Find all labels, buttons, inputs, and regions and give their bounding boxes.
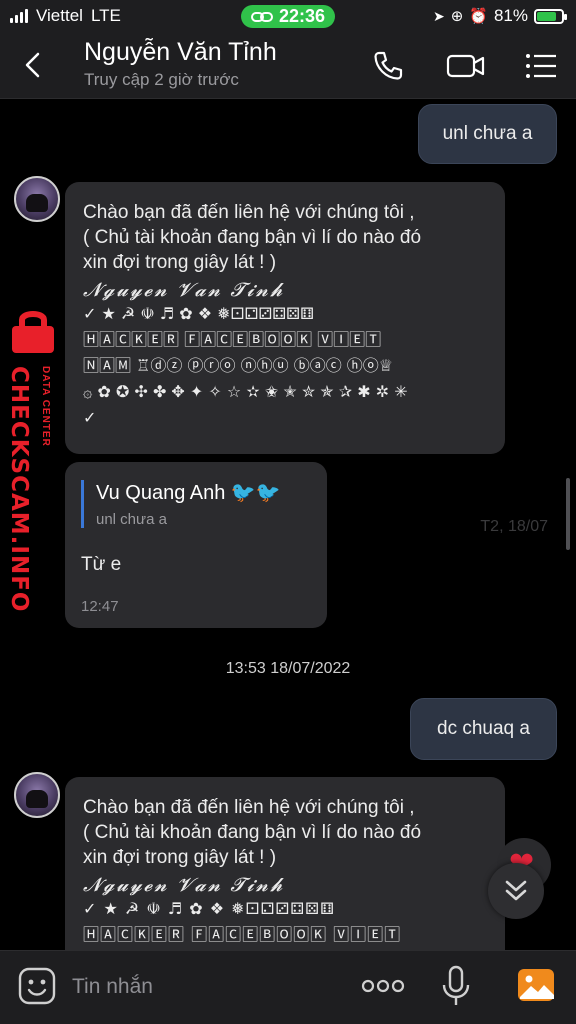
- avatar[interactable]: [14, 772, 60, 818]
- checkscam-watermark: CHECKSCAM.INFO DATA CENTER: [4, 308, 64, 612]
- symbol-decoration: ✓ ★ ☭ ☫ ♬ ✿ ❖ ❅⚀⚁⚂⚃⚄⚅ 🄷🄰🄲🄺🄴🅁 🄵🄰🄲🄴🄱🄾🄾🄺 🅅🄸…: [83, 304, 408, 427]
- outgoing-message[interactable]: unl chưa a: [418, 104, 557, 164]
- message-text: dc chuaq a: [437, 718, 530, 739]
- mic-icon[interactable]: [440, 965, 472, 1007]
- quoted-text: unl chưa a: [96, 511, 167, 528]
- status-time: 22:36: [278, 6, 326, 26]
- photo-icon[interactable]: [516, 967, 556, 1003]
- video-call-icon[interactable]: [446, 48, 486, 84]
- battery-level: [537, 11, 556, 21]
- date-divider: 13:53 18/07/2022: [225, 660, 351, 677]
- message-time: 12:47: [81, 598, 119, 615]
- message-input[interactable]: Tin nhắn: [72, 975, 153, 999]
- chat-area[interactable]: unl chưa a Chào bạn đã đến liên hệ với c…: [0, 100, 576, 950]
- menu-list-icon[interactable]: [524, 48, 558, 84]
- alarm-icon: ⏰: [469, 8, 488, 25]
- link-icon: [250, 12, 273, 22]
- reply-message[interactable]: Vu Quang Anh 🐦🐦 unl chưa a Từ e 12:47: [65, 462, 327, 628]
- contact-name[interactable]: Nguyễn Văn Tỉnh: [84, 38, 277, 67]
- message-text: Từ e: [81, 554, 122, 575]
- location-icon: ➤: [432, 7, 445, 24]
- battery-icon: [534, 8, 567, 24]
- phone-icon[interactable]: [370, 48, 406, 84]
- last-seen-status: Truy cập 2 giờ trước: [84, 70, 239, 89]
- quoted-sender: Vu Quang Anh 🐦🐦: [96, 482, 281, 504]
- incoming-message[interactable]: Chào bạn đã đến liên hệ với chúng tôi , …: [65, 777, 505, 950]
- emoji-icon[interactable]: [18, 967, 56, 1005]
- scroll-to-bottom-button[interactable]: [488, 863, 544, 919]
- watermark-text: CHECKSCAM.INFO: [6, 366, 32, 613]
- status-bar: Viettel LTE 22:36 ➤ ⊕ ⏰ 81%: [0, 0, 576, 32]
- incoming-message[interactable]: Chào bạn đã đến liên hệ với chúng tôi , …: [65, 182, 505, 454]
- chat-header: Nguyễn Văn Tỉnh Truy cập 2 giờ trước: [0, 32, 576, 99]
- active-call-pill[interactable]: 22:36: [240, 5, 336, 28]
- orientation-lock-icon: ⊕: [450, 8, 464, 25]
- status-right: ➤ ⊕ ⏰ 81%: [432, 6, 567, 26]
- auto-reply-text: Chào bạn đã đến liên hệ với chúng tôi , …: [83, 202, 422, 273]
- message-text: unl chưa a: [442, 123, 533, 144]
- scrollbar[interactable]: [566, 478, 570, 550]
- outgoing-message[interactable]: dc chuaq a: [410, 698, 557, 760]
- watermark-subtext: DATA CENTER: [40, 366, 51, 447]
- message-input-bar: Tin nhắn: [0, 950, 576, 1024]
- chevron-double-down-icon: [505, 880, 527, 901]
- symbol-decoration: ✓ ★ ☭ ☫ ♬ ✿ ❖ ❅⚀⚁⚂⚃⚄⚅ 🄷🄰🄲🄺🄴🅁 🄵🄰🄲🄴🄱🄾🄾🄺 🅅🄸…: [83, 899, 402, 944]
- auto-reply-text: Chào bạn đã đến liên hệ với chúng tôi , …: [83, 797, 422, 868]
- battery-percent: 81%: [493, 6, 528, 25]
- signature-text: 𝓝𝓰𝓾𝔂𝓮𝓷 𝓥𝓪𝓷 𝓣𝓲𝓷𝓱: [83, 874, 285, 896]
- more-icon[interactable]: [360, 973, 406, 999]
- quoted-message[interactable]: Vu Quang Anh 🐦🐦 unl chưa a: [81, 480, 311, 528]
- faded-timestamp: T2, 18/07: [480, 518, 548, 535]
- back-icon[interactable]: [18, 50, 48, 80]
- avatar[interactable]: [14, 176, 60, 222]
- signature-text: 𝓝𝓰𝓾𝔂𝓮𝓷 𝓥𝓪𝓷 𝓣𝓲𝓷𝓱: [83, 279, 285, 301]
- lock-icon: [12, 311, 54, 353]
